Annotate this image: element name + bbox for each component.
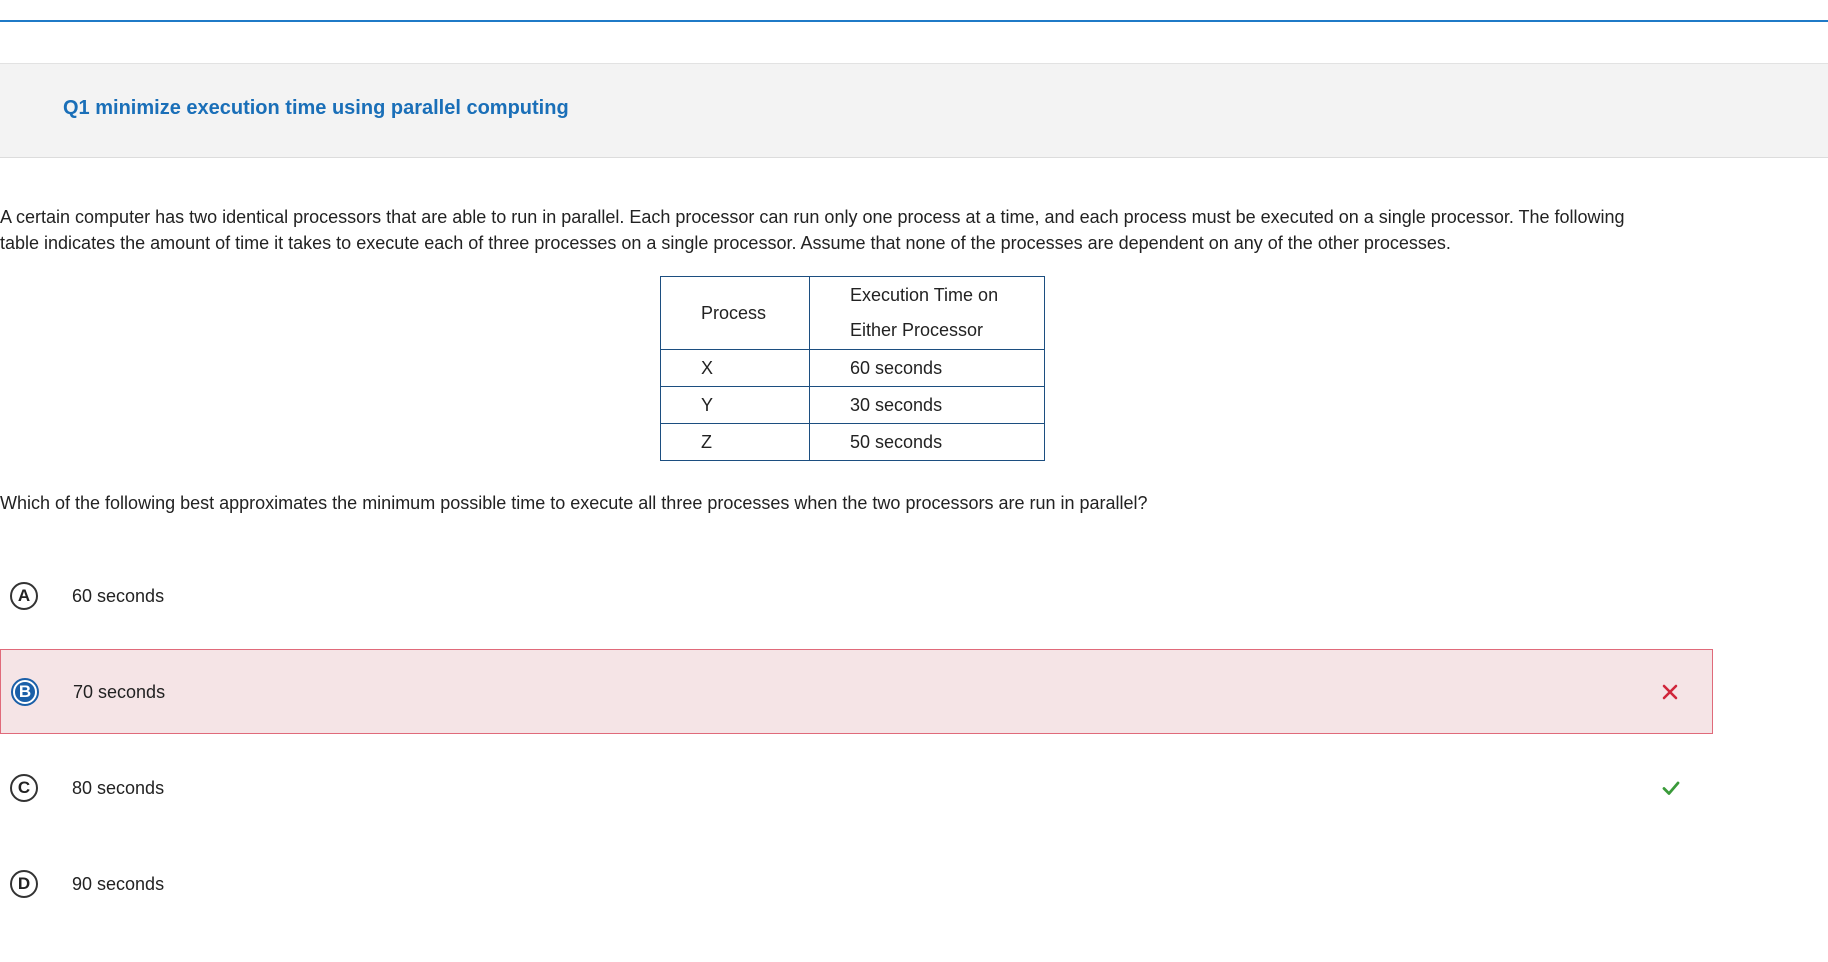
process-cell: X bbox=[660, 349, 810, 387]
checkmark-icon bbox=[1662, 781, 1680, 795]
choice-letter-d[interactable]: D bbox=[10, 869, 38, 898]
table-row: Y 30 seconds bbox=[660, 386, 1045, 424]
top-divider bbox=[0, 20, 1828, 22]
choice-c[interactable]: C 80 seconds bbox=[0, 745, 1713, 830]
choice-a[interactable]: A 60 seconds bbox=[0, 553, 1713, 638]
process-cell: Z bbox=[660, 423, 810, 461]
time-cell: 60 seconds bbox=[809, 349, 1045, 387]
choice-text-c: 80 seconds bbox=[72, 777, 165, 798]
prompt-line-2: table indicates the amount of time it ta… bbox=[0, 233, 1451, 253]
time-cell: 30 seconds bbox=[809, 386, 1045, 424]
choice-text-b: 70 seconds bbox=[73, 681, 166, 702]
question-stem: Which of the following best approximates… bbox=[0, 493, 1148, 513]
choice-b[interactable]: B 70 seconds bbox=[0, 649, 1713, 734]
choice-text-a: 60 seconds bbox=[72, 585, 165, 606]
close-x-icon bbox=[1662, 684, 1678, 699]
question-title: Q1 minimize execution time using paralle… bbox=[63, 97, 569, 119]
quiz-page: Q1 minimize execution time using paralle… bbox=[0, 0, 1828, 962]
table-header-row: Process Execution Time on Either Process… bbox=[660, 276, 1045, 350]
choice-letter-b[interactable]: B bbox=[11, 677, 39, 706]
process-table: Process Execution Time on Either Process… bbox=[660, 276, 1045, 461]
choice-letter-a[interactable]: A bbox=[10, 581, 38, 610]
choice-text-d: 90 seconds bbox=[72, 873, 165, 894]
time-cell: 50 seconds bbox=[809, 423, 1045, 461]
process-cell: Y bbox=[660, 386, 810, 424]
header-execution-time: Execution Time on Either Processor bbox=[809, 276, 1045, 350]
header-execution-line-2: Either Processor bbox=[850, 320, 984, 340]
question-prompt: A certain computer has two identical pro… bbox=[0, 204, 1720, 256]
prompt-line-1: A certain computer has two identical pro… bbox=[0, 207, 1625, 227]
choice-d[interactable]: D 90 seconds bbox=[0, 841, 1713, 926]
table-row: X 60 seconds bbox=[660, 349, 1045, 387]
header-process: Process bbox=[660, 276, 810, 350]
header-execution-line-1: Execution Time on bbox=[850, 285, 999, 305]
choice-letter-c[interactable]: C bbox=[10, 773, 38, 802]
table-row: Z 50 seconds bbox=[660, 423, 1045, 461]
question-header: Q1 minimize execution time using paralle… bbox=[0, 63, 1828, 158]
